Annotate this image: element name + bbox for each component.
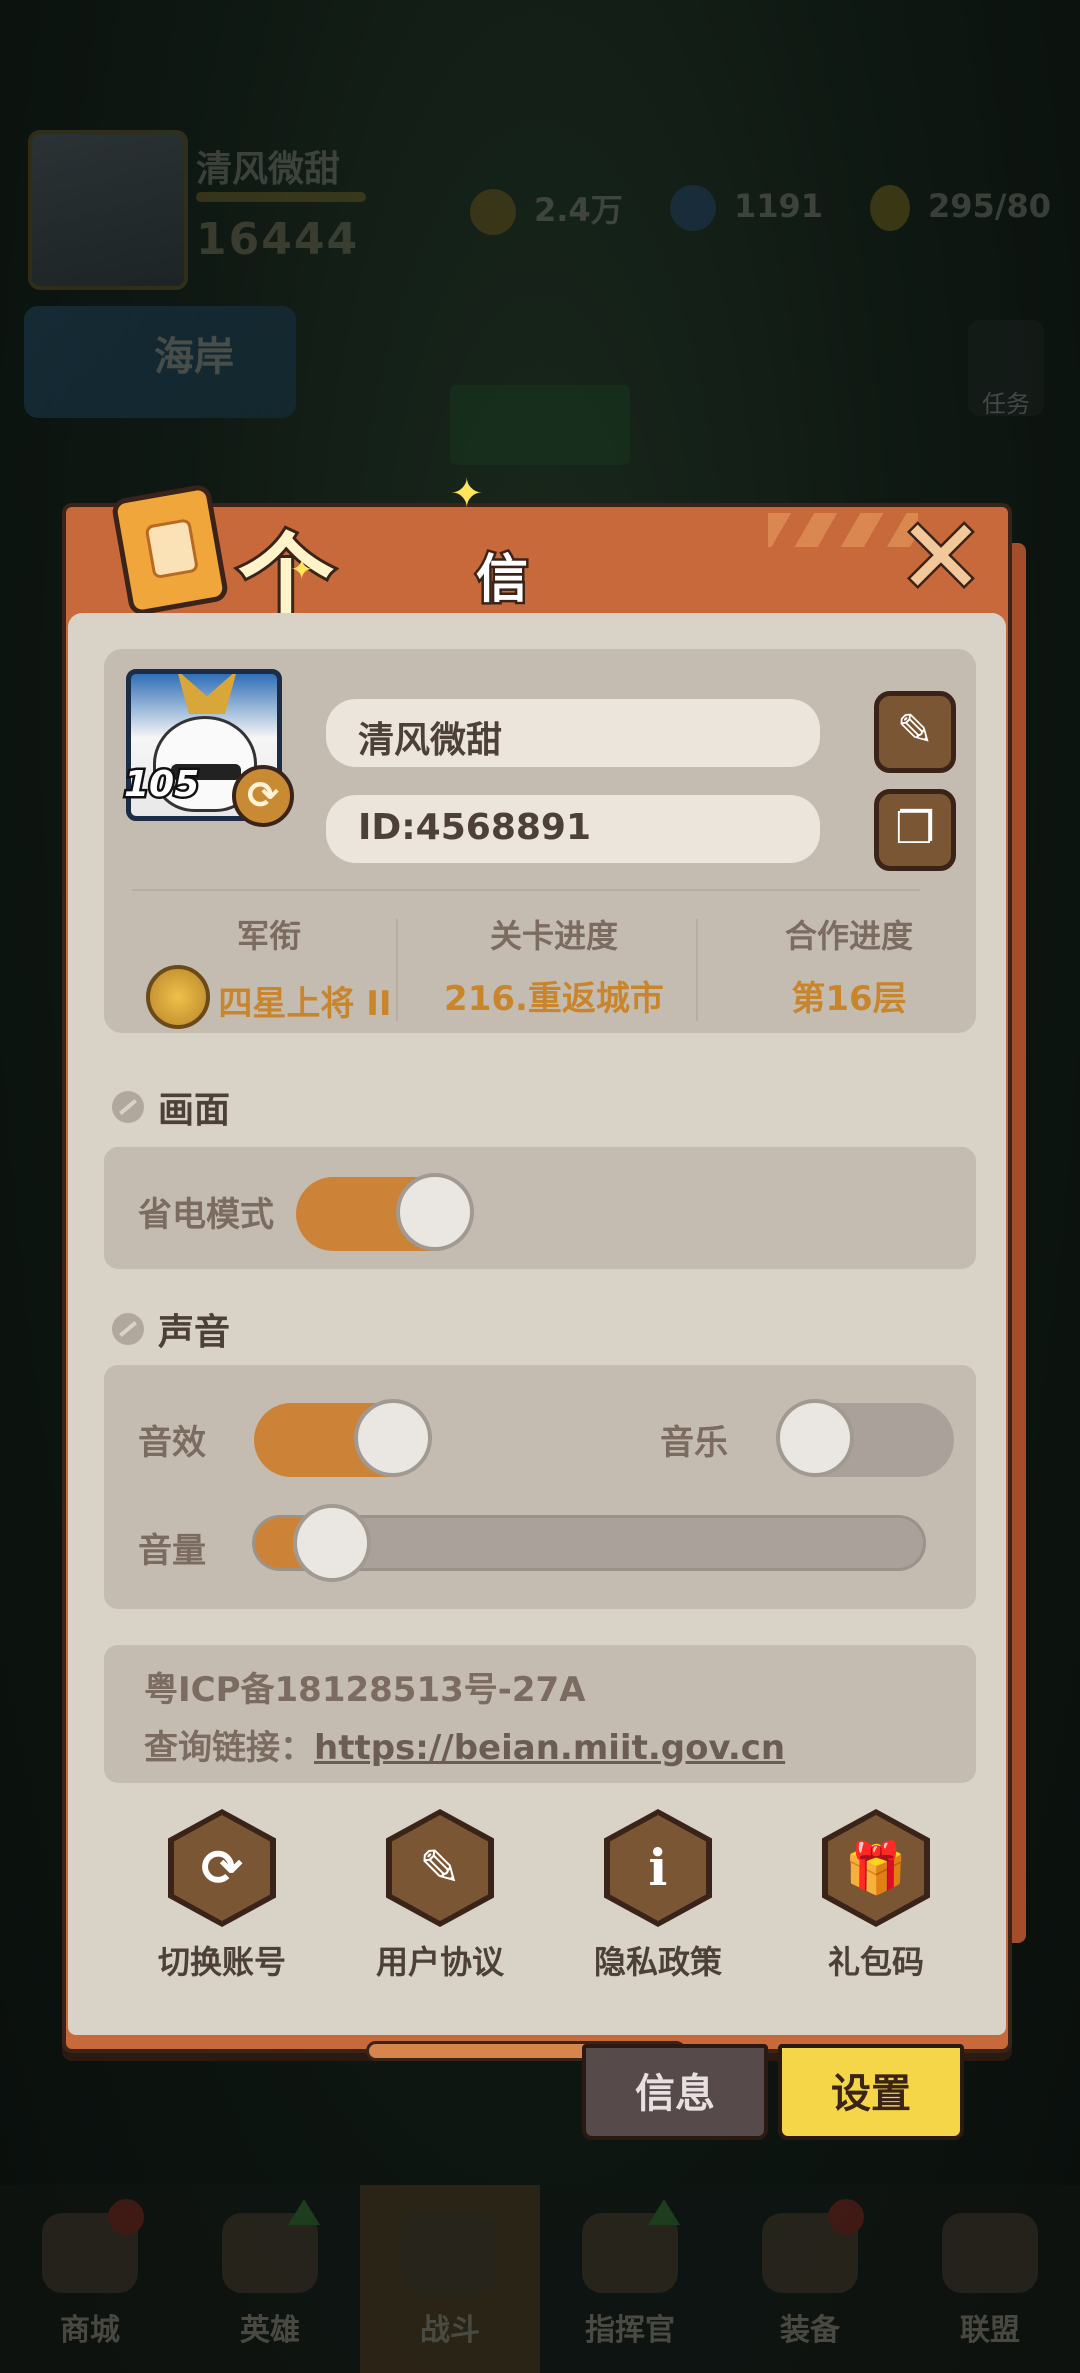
privacy-policy-button[interactable]: ℹ 隐私政策 xyxy=(578,1809,738,1983)
rank-medal-icon xyxy=(146,965,211,1029)
power-save-toggle[interactable] xyxy=(296,1173,474,1251)
switch-account-label: 切换账号 xyxy=(157,1943,286,1981)
agreement-icon: ✎ xyxy=(392,1815,488,1921)
display-section-title: 画面 xyxy=(112,1081,230,1133)
switch-icon: ⟳ xyxy=(174,1815,270,1921)
divider xyxy=(132,889,920,891)
divider xyxy=(396,919,398,1021)
volume-label: 音量 xyxy=(138,1531,206,1571)
power-save-label: 省电模式 xyxy=(138,1195,274,1235)
rank-value: 四星上将 II xyxy=(218,983,392,1024)
coop-value: 第16层 xyxy=(791,979,907,1019)
change-avatar-icon[interactable]: ⟳ xyxy=(232,765,294,827)
icp-info-box: 粤ICP备18128513号-27A 查询链接：https://beian.mi… xyxy=(104,1645,976,1783)
icp-number: 粤ICP备18128513号-27A xyxy=(144,1670,586,1710)
pencil-icon: ✎ xyxy=(896,705,934,756)
profile-dialog: 个人 信息 ✦ ✦ ✕ 105 ⟳ 清风微甜 ID:4568891 ✎ ❐ 军衔… xyxy=(62,471,1026,2061)
coop-label: 合作进度 xyxy=(784,917,913,955)
sfx-toggle[interactable] xyxy=(254,1399,432,1477)
copy-id-button[interactable]: ❐ xyxy=(874,789,956,871)
sound-settings-box: 音效 音乐 音量 xyxy=(104,1365,976,1609)
divider xyxy=(696,919,698,1021)
icp-link[interactable]: https://beian.miit.gov.cn xyxy=(314,1728,785,1768)
privacy-icon: ℹ xyxy=(610,1815,706,1921)
user-agreement-button[interactable]: ✎ 用户协议 xyxy=(360,1809,520,1983)
sparkle-icon: ✦ xyxy=(290,553,314,586)
music-label: 音乐 xyxy=(660,1423,728,1463)
section-bullet-icon xyxy=(112,1313,144,1345)
music-toggle[interactable] xyxy=(776,1399,954,1477)
rank-stat: 军衔 四星上将 II xyxy=(134,911,404,1029)
privacy-policy-label: 隐私政策 xyxy=(593,1943,722,1981)
volume-slider[interactable] xyxy=(252,1504,926,1582)
display-settings-box: 省电模式 xyxy=(104,1147,976,1269)
id-badge-icon xyxy=(110,483,230,617)
stage-value: 216.重返城市 xyxy=(444,979,664,1019)
player-level: 105 xyxy=(121,762,201,808)
gift-icon: 🎁 xyxy=(828,1815,924,1921)
gift-code-label: 礼包码 xyxy=(827,1943,924,1981)
copy-icon: ❐ xyxy=(895,803,935,854)
section-bullet-icon xyxy=(112,1091,144,1123)
query-prefix: 查询链接： xyxy=(144,1728,314,1768)
tab-info[interactable]: 信息 xyxy=(582,2044,768,2140)
tab-settings[interactable]: 设置 xyxy=(778,2044,964,2140)
player-name-field: 清风微甜 xyxy=(326,699,820,767)
edit-name-button[interactable]: ✎ xyxy=(874,691,956,773)
user-agreement-label: 用户协议 xyxy=(375,1943,504,1981)
sound-section-title: 声音 xyxy=(112,1303,230,1355)
rank-label: 军衔 xyxy=(236,917,301,955)
sfx-label: 音效 xyxy=(138,1423,206,1463)
close-button[interactable]: ✕ xyxy=(895,503,987,612)
gift-code-button[interactable]: 🎁 礼包码 xyxy=(796,1809,956,1983)
coop-stat: 合作进度 第16层 xyxy=(734,911,964,1020)
profile-card: 105 ⟳ 清风微甜 ID:4568891 ✎ ❐ 军衔 四星上将 II 关卡进… xyxy=(104,649,976,1033)
panel-side-strip xyxy=(1012,543,1026,1943)
player-id-field: ID:4568891 xyxy=(326,795,820,863)
sparkle-icon: ✦ xyxy=(450,471,484,517)
stage-stat: 关卡进度 216.重返城市 xyxy=(424,911,684,1020)
stage-label: 关卡进度 xyxy=(489,917,618,955)
switch-account-button[interactable]: ⟳ 切换账号 xyxy=(142,1809,302,1983)
dialog-body: 105 ⟳ 清风微甜 ID:4568891 ✎ ❐ 军衔 四星上将 II 关卡进… xyxy=(68,613,1006,2035)
